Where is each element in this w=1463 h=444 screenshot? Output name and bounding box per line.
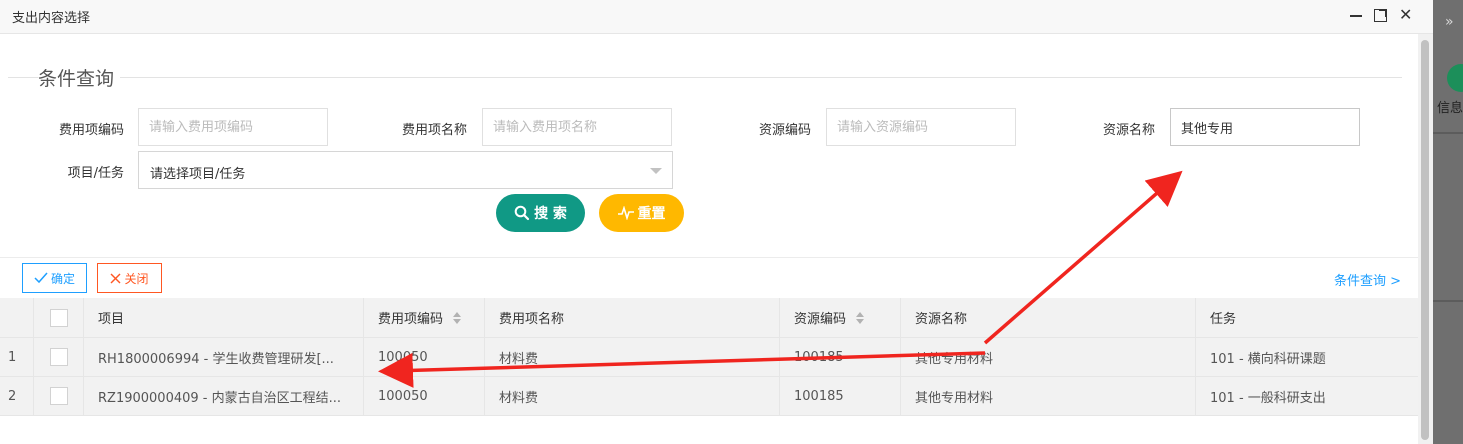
table-row[interactable]: 1 RH1800006994 - 学生收费管理研发[... 100050 材料费… — [0, 338, 1418, 377]
column-header-resource-name[interactable]: 资源名称 — [901, 298, 1196, 337]
search-button-label: 搜 索 — [534, 206, 567, 222]
backdrop-divider — [1433, 300, 1463, 302]
column-header-label: 资源名称 — [915, 312, 968, 327]
fee-code-cell: 100050 — [364, 377, 485, 415]
expense-content-dialog: 支出内容选择 ✕ 条件查询 费用项编码 费用项名称 资源编码 资源名称 项目/任… — [0, 0, 1433, 444]
expand-chevron-icon[interactable]: » — [1445, 14, 1454, 30]
filter-legend-line — [8, 77, 1402, 78]
column-header-project[interactable]: 项目 — [84, 298, 364, 337]
maximize-icon[interactable] — [1374, 5, 1387, 25]
project-task-selected: 请选择项目/任务 — [150, 167, 246, 182]
column-header-label: 资源编码 — [794, 312, 847, 327]
search-button[interactable]: 搜 索 — [496, 194, 585, 232]
resource-code-label: 资源编码 — [758, 123, 811, 138]
resource-name-cell: 其他专用材料 — [901, 377, 1196, 415]
column-header-fee-code[interactable]: 费用项编码 — [364, 298, 485, 337]
close-button[interactable]: 关闭 — [97, 263, 162, 293]
row-checkbox[interactable] — [49, 387, 68, 405]
minimize-icon[interactable] — [1350, 5, 1362, 25]
backdrop-divider — [1433, 132, 1463, 134]
column-header-task[interactable]: 任务 — [1196, 298, 1418, 337]
resource-name-input[interactable] — [1170, 108, 1360, 146]
filter-legend: 条件查询 — [38, 64, 121, 91]
task-cell: 101 - 横向科研课题 — [1210, 351, 1326, 367]
fee-name-cell: 材料费 — [485, 338, 780, 376]
row-checkbox-cell — [34, 377, 84, 415]
project-cell: RZ1900000409 - 内蒙古自治区工程结... — [84, 377, 364, 415]
project-cell: RH1800006994 - 学生收费管理研发[... — [84, 338, 364, 376]
fee-name-cell: 材料费 — [485, 377, 780, 415]
close-x-icon — [110, 273, 121, 283]
resource-code-cell: 100185 — [780, 377, 901, 415]
select-all-cell — [34, 298, 84, 337]
column-header-label: 费用项编码 — [378, 312, 444, 327]
project-value: RH1800006994 - 学生收费管理研发[... — [98, 351, 334, 367]
task-cell: 101 - 一般科研支出 — [1210, 390, 1326, 406]
row-index: 2 — [0, 377, 34, 415]
sort-icon[interactable] — [453, 311, 462, 324]
resource-code-cell: 100185 — [780, 338, 901, 376]
select-all-checkbox[interactable] — [49, 308, 68, 327]
caret-down-icon — [650, 168, 662, 174]
row-checkbox[interactable] — [49, 348, 68, 366]
pulse-icon — [617, 206, 634, 220]
table-row[interactable]: 2 RZ1900000409 - 内蒙古自治区工程结... 100050 材料费… — [0, 377, 1418, 416]
column-header-label: 项目 — [98, 312, 125, 327]
scrollbar-thumb[interactable] — [1421, 40, 1429, 440]
fee-code-input[interactable] — [138, 108, 328, 146]
project-value: RZ1900000409 - 内蒙古自治区工程结... — [98, 390, 342, 406]
search-icon — [514, 205, 530, 221]
fee-name-input[interactable] — [482, 108, 672, 146]
project-task-label: 项目/任务 — [67, 166, 124, 181]
fee-code-label: 费用项编码 — [58, 123, 124, 138]
resource-name-cell: 其他专用材料 — [901, 338, 1196, 376]
row-index: 1 — [0, 338, 34, 376]
section-divider — [0, 257, 1418, 258]
project-task-select[interactable]: 请选择项目/任务 — [138, 151, 673, 189]
column-header-fee-name[interactable]: 费用项名称 — [485, 298, 780, 337]
confirm-button[interactable]: 确定 — [22, 263, 87, 293]
reset-button[interactable]: 重置 — [599, 194, 684, 232]
row-checkbox-cell — [34, 338, 84, 376]
fee-name-label: 费用项名称 — [401, 123, 467, 138]
check-icon — [34, 272, 48, 284]
table-header: 项目 费用项编码 费用项名称 资源编码 资源名称 任务 — [0, 298, 1418, 338]
dialog-title: 支出内容选择 — [12, 11, 91, 26]
resource-code-input[interactable] — [826, 108, 1016, 146]
reset-button-label: 重置 — [637, 206, 666, 222]
sort-icon[interactable] — [856, 311, 865, 324]
index-header — [0, 298, 34, 337]
backdrop-page: » 信息 — [1433, 0, 1463, 444]
fee-code-cell: 100050 — [364, 338, 485, 376]
confirm-button-label: 确定 — [50, 271, 75, 286]
close-icon[interactable]: ✕ — [1399, 5, 1412, 25]
resource-name-label: 资源名称 — [1102, 123, 1155, 138]
dialog-titlebar: 支出内容选择 ✕ — [0, 0, 1433, 34]
column-header-label: 费用项名称 — [499, 312, 565, 327]
column-header-resource-code[interactable]: 资源编码 — [780, 298, 901, 337]
status-dot-icon — [1447, 64, 1463, 92]
column-header-label: 任务 — [1210, 312, 1237, 327]
condition-query-link[interactable]: 条件查询 > — [1334, 270, 1401, 289]
close-button-label: 关闭 — [124, 271, 149, 286]
backdrop-info-text: 信息 — [1437, 101, 1463, 116]
